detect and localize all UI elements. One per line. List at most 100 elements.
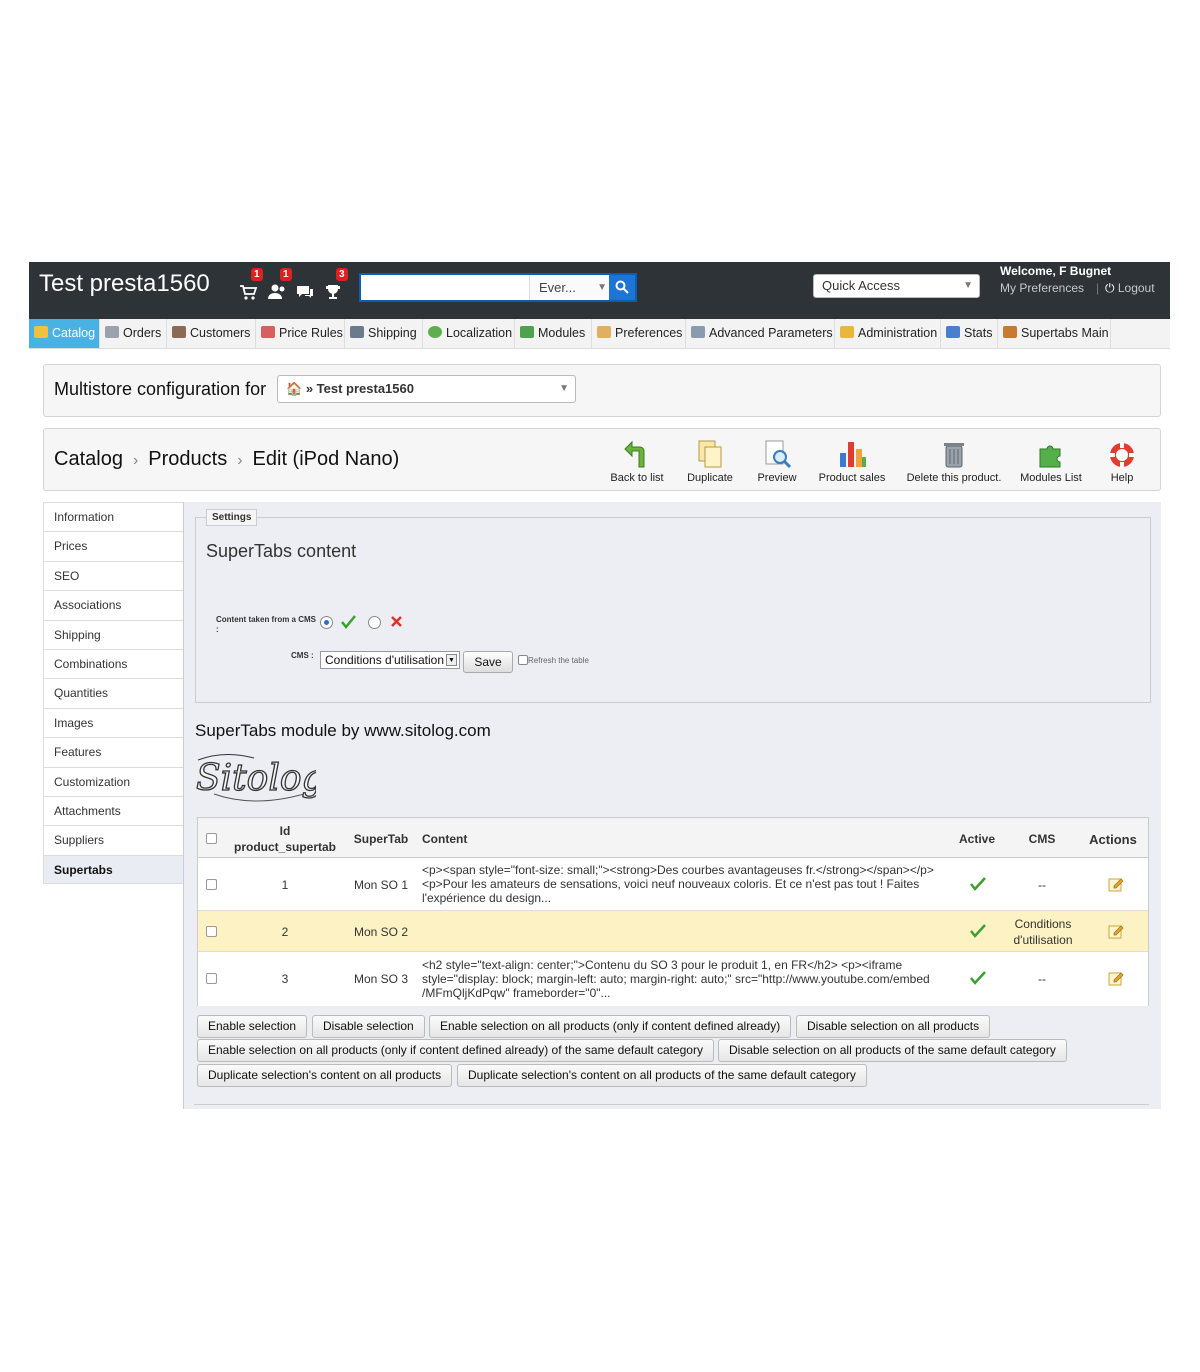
refresh-table-option[interactable]: Refresh the table	[518, 655, 589, 665]
tab-supertabs[interactable]: Supertabs	[43, 854, 184, 885]
top-header: Test presta1560 1 1 3 Ever... ▼ Quick Ac…	[29, 262, 1170, 319]
modules-list-button[interactable]: Modules List	[1016, 439, 1086, 489]
duplicate-all-products-button[interactable]: Duplicate selection's content on all pro…	[197, 1064, 453, 1087]
table-row[interactable]: 1 Mon SO 1 <p><span style="font-size: sm…	[198, 858, 1148, 911]
disable-all-products-button[interactable]: Disable selection on all products	[796, 1015, 991, 1038]
breadcrumb-products[interactable]: Products	[148, 448, 227, 470]
help-button[interactable]: Help	[1102, 439, 1142, 489]
welcome-text: Welcome, F Bugnet	[1000, 264, 1112, 278]
content-line: style="display: block; margin-left: auto…	[422, 972, 930, 986]
edit-icon[interactable]	[1108, 923, 1124, 939]
tab-customization[interactable]: Customization	[43, 766, 184, 796]
bar-chart-icon	[946, 326, 960, 338]
select-all-checkbox[interactable]	[206, 833, 217, 844]
check-icon[interactable]	[970, 971, 986, 985]
shop-context-select[interactable]: 🏠 » Test presta1560 ▼	[277, 375, 576, 403]
menu-item-stats[interactable]: Stats	[941, 319, 998, 348]
quick-access-select[interactable]: Quick Access ▼	[813, 274, 980, 298]
row-cms: Conditions d'utilisation	[1004, 916, 1082, 948]
back-to-list-button[interactable]: Back to list	[604, 439, 670, 489]
menu-item-localization[interactable]: Localization	[423, 319, 515, 348]
content-line: <p>Pour les amateurs de sensations, voic…	[422, 877, 920, 891]
content-line: <h2 style="text-align: center;">Contenu …	[422, 958, 903, 972]
row-id: 1	[281, 878, 289, 892]
cms-yes-radio[interactable]	[320, 616, 333, 629]
delete-product-button[interactable]: Delete this product.	[904, 439, 1004, 489]
sitolog-logo: Sitolog	[195, 754, 316, 802]
menu-item-preferences[interactable]: Preferences	[592, 319, 686, 348]
menu-label: Preferences	[615, 326, 683, 340]
messages-notification[interactable]	[295, 276, 317, 298]
tool-label: Modules List	[1020, 472, 1082, 484]
tab-attachments[interactable]: Attachments	[43, 795, 184, 826]
trophy-notification[interactable]: 3	[323, 268, 348, 299]
edit-icon[interactable]	[1108, 876, 1124, 892]
row-cms: --	[1038, 972, 1046, 986]
refresh-checkbox[interactable]	[518, 655, 528, 665]
save-button[interactable]: Save	[463, 651, 513, 673]
product-sales-button[interactable]: Product sales	[814, 439, 890, 489]
menu-item-administration[interactable]: Administration	[835, 319, 941, 348]
disable-selection-button[interactable]: Disable selection	[312, 1015, 425, 1038]
tab-seo[interactable]: SEO	[43, 560, 184, 591]
table-header: Id product_supertab SuperTab Content Act…	[198, 818, 1148, 858]
tab-features[interactable]: Features	[43, 737, 184, 767]
cms-no-radio[interactable]	[368, 616, 381, 629]
cms-question-label: Content taken from a CMS :	[216, 615, 317, 634]
header-supertab: SuperTab	[353, 832, 409, 846]
preview-button[interactable]: Preview	[752, 439, 802, 489]
duplicate-button[interactable]: Duplicate	[680, 439, 740, 489]
check-icon[interactable]	[970, 877, 986, 891]
logout-link[interactable]: | ⏻ Logout	[1096, 281, 1155, 296]
tab-quantities[interactable]: Quantities	[43, 678, 184, 708]
disable-same-category-button[interactable]: Disable selection on all products of the…	[718, 1039, 1067, 1062]
customers-icon	[268, 284, 285, 299]
trophy-count: 3	[336, 268, 348, 281]
supertabs-icon	[1003, 326, 1017, 338]
cart-notification[interactable]: 1	[238, 268, 263, 300]
menu-item-shipping[interactable]: Shipping	[345, 319, 423, 348]
edit-icon[interactable]	[1108, 970, 1124, 986]
product-tabs: Information Prices SEO Associations Ship…	[43, 502, 184, 885]
menu-item-orders[interactable]: Orders	[100, 319, 167, 348]
tab-suppliers[interactable]: Suppliers	[43, 825, 184, 855]
row-checkbox[interactable]	[206, 973, 217, 984]
tab-associations[interactable]: Associations	[43, 590, 184, 620]
cart-icon	[240, 285, 258, 300]
check-icon[interactable]	[970, 924, 986, 938]
refresh-label: Refresh the table	[528, 656, 589, 665]
search-button[interactable]	[609, 275, 635, 300]
menu-item-advanced-parameters[interactable]: Advanced Parameters	[686, 319, 835, 348]
tab-images[interactable]: Images	[43, 707, 184, 738]
tab-information[interactable]: Information	[43, 502, 184, 532]
cms-select[interactable]: Conditions d'utilisation ▼	[320, 651, 460, 669]
customers-notification[interactable]: 1	[267, 268, 292, 299]
shop-title[interactable]: Test presta1560	[39, 270, 210, 298]
search-type-select[interactable]: Ever... ▼	[529, 275, 611, 300]
trash-icon	[944, 443, 964, 468]
menu-item-customers[interactable]: Customers	[167, 319, 256, 348]
menu-item-supertabs-main[interactable]: Supertabs Main	[998, 319, 1111, 348]
duplicate-same-category-button[interactable]: Duplicate selection's content on all pro…	[457, 1064, 867, 1087]
search-input[interactable]	[361, 275, 527, 300]
table-row[interactable]: 2 Mon SO 2 Conditions d'utilisation	[198, 911, 1148, 952]
quick-access-label: Quick Access	[822, 278, 901, 293]
tab-prices[interactable]: Prices	[43, 531, 184, 561]
content-line: <p><span style="font-size: small;"><stro…	[422, 863, 934, 877]
enable-selection-button[interactable]: Enable selection	[197, 1015, 308, 1038]
menu-item-modules[interactable]: Modules	[515, 319, 592, 348]
enable-same-category-button[interactable]: Enable selection on all products (only i…	[197, 1039, 714, 1062]
header-content: Content	[422, 832, 468, 846]
tab-shipping[interactable]: Shipping	[43, 619, 184, 649]
enable-all-products-button[interactable]: Enable selection on all products (only i…	[429, 1015, 792, 1038]
menu-item-catalog[interactable]: Catalog	[29, 319, 100, 348]
breadcrumb-catalog[interactable]: Catalog	[54, 448, 123, 470]
table-row[interactable]: 3 Mon SO 3 <h2 style="text-align: center…	[198, 952, 1148, 1006]
key-icon	[840, 326, 854, 338]
tab-combinations[interactable]: Combinations	[43, 648, 184, 679]
row-checkbox[interactable]	[206, 926, 217, 937]
menu-item-price-rules[interactable]: Price Rules	[256, 319, 345, 348]
row-checkbox[interactable]	[206, 879, 217, 890]
shop-context-value: » Test presta1560	[305, 381, 414, 396]
my-preferences-link[interactable]: My Preferences	[1000, 281, 1084, 295]
